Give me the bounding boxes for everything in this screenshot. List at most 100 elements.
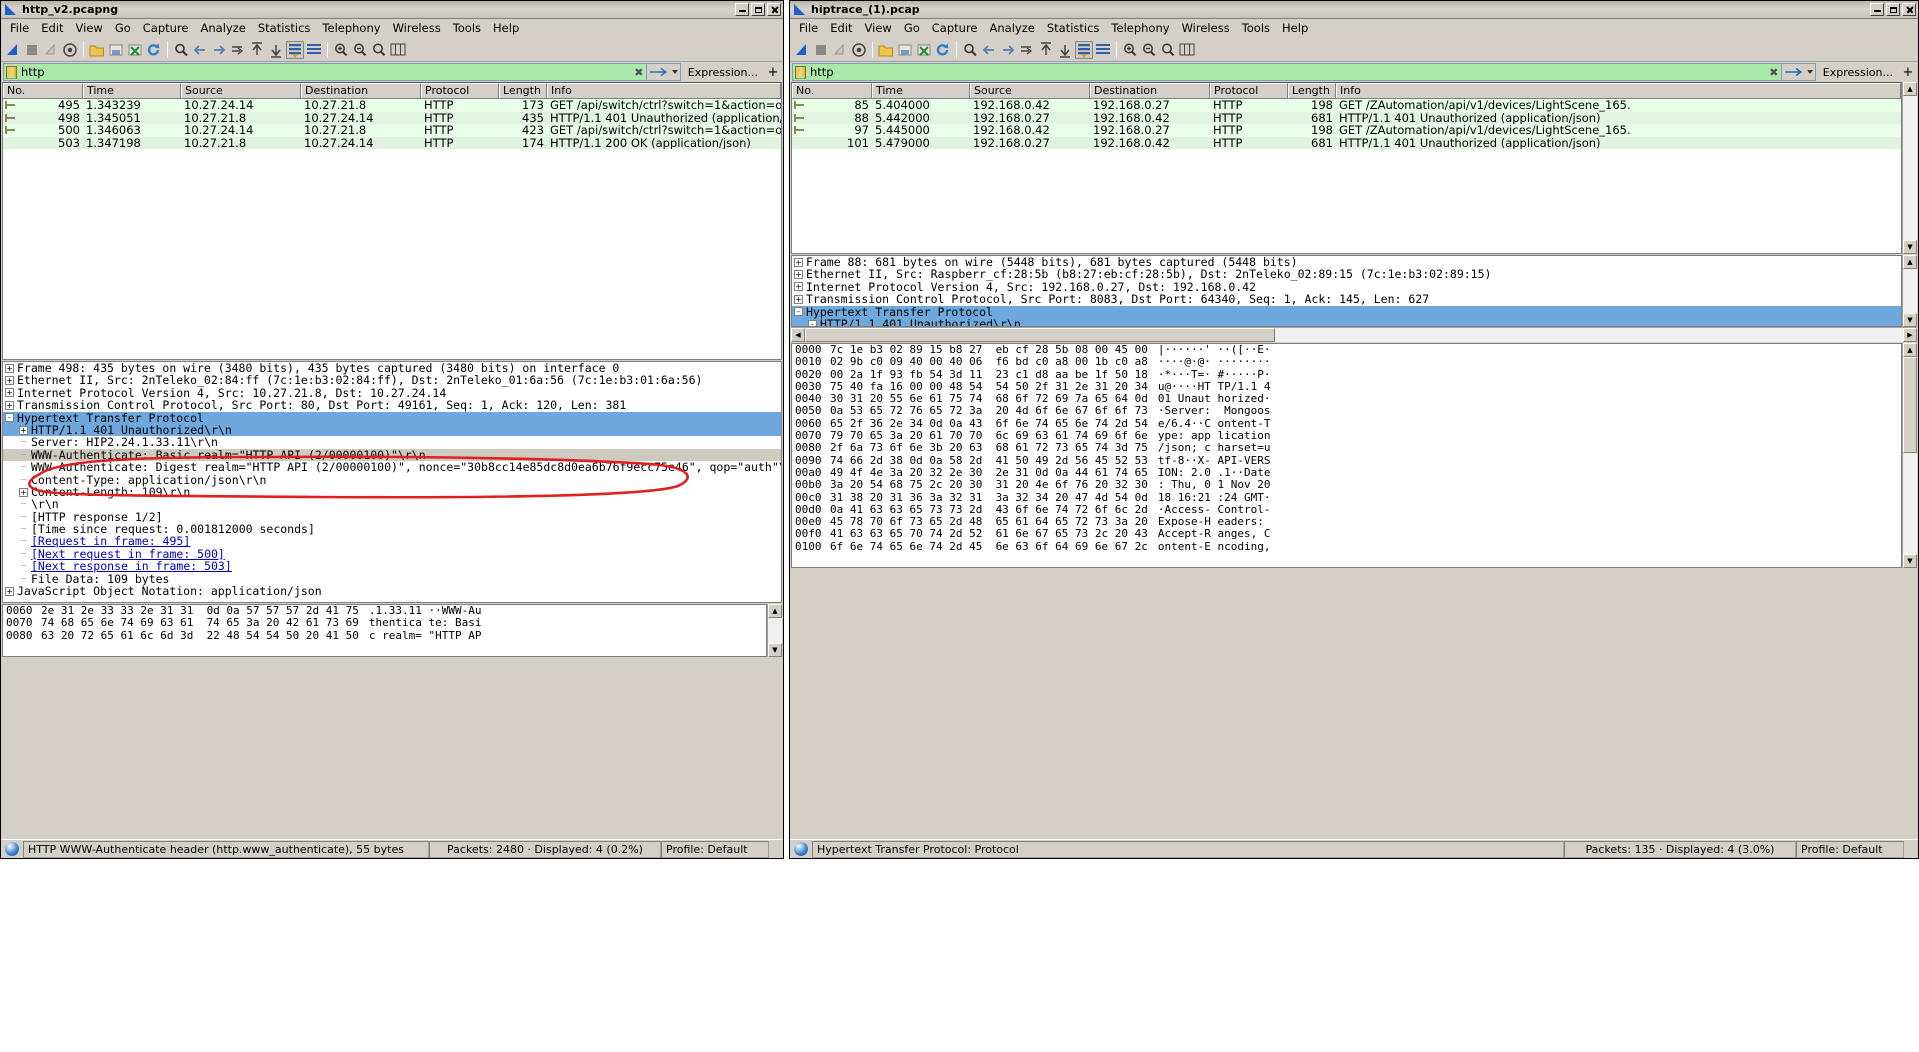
expand-toggle-icon[interactable]: +: [5, 363, 14, 373]
menu-statistics[interactable]: Statistics: [1041, 19, 1106, 37]
expand-toggle-icon[interactable]: +: [794, 270, 803, 280]
wireshark-window-right[interactable]: hiptrace_(1).pcap File Edit View Go Capt…: [789, 0, 1919, 859]
menu-go[interactable]: Go: [898, 19, 926, 37]
menu-telephony[interactable]: Telephony: [1105, 19, 1175, 37]
scroll-track[interactable]: [1903, 453, 1917, 554]
clear-filter-icon[interactable]: ✖: [1767, 66, 1781, 79]
go-back-icon[interactable]: [980, 41, 998, 59]
column-header-no[interactable]: No.: [792, 83, 872, 98]
autoscroll-icon[interactable]: [286, 40, 304, 59]
close-button[interactable]: [1902, 3, 1916, 16]
hex-dump[interactable]: 0060 2e 31 2e 33 33 2e 31 31 0d 0a 57 57 …: [3, 605, 766, 642]
close-button[interactable]: [767, 3, 781, 16]
column-header-length[interactable]: Length: [1288, 83, 1336, 98]
resize-columns-icon[interactable]: [389, 41, 407, 59]
detail-tree-row[interactable]: – WWW-Authenticate: Digest realm="HTTP AP…: [3, 461, 781, 474]
column-header-length[interactable]: Length: [499, 83, 547, 98]
column-header-time[interactable]: Time: [83, 83, 181, 98]
detail-tree-label[interactable]: [Request in frame: 495]: [31, 535, 190, 548]
packet-details-left[interactable]: + Frame 498: 435 bytes on wire (3480 bits…: [2, 361, 782, 603]
open-file-icon[interactable]: [877, 41, 895, 59]
scroll-up-button[interactable]: ▲: [768, 604, 782, 618]
table-row[interactable]: 498 1.345051 10.27.21.8 10.27.24.14 HTTP…: [3, 111, 781, 124]
add-filter-button[interactable]: +: [1900, 63, 1916, 81]
bookmark-icon[interactable]: [795, 65, 806, 79]
scroll-right-button[interactable]: ▶: [1903, 328, 1917, 342]
menu-analyze[interactable]: Analyze: [984, 19, 1041, 37]
add-filter-button[interactable]: +: [765, 63, 781, 81]
filter-bar-left[interactable]: http ✖ Expression... +: [1, 62, 783, 82]
expand-toggle-icon[interactable]: +: [5, 388, 14, 398]
resize-grip[interactable]: [769, 842, 783, 856]
expert-info-icon[interactable]: [794, 842, 808, 856]
packet-detail-tree[interactable]: + Frame 498: 435 bytes on wire (3480 bits…: [3, 362, 781, 597]
go-to-packet-icon[interactable]: [1018, 41, 1036, 59]
menu-file[interactable]: File: [793, 19, 824, 37]
clear-filter-icon[interactable]: ✖: [632, 66, 646, 79]
packet-bytes-right[interactable]: 0000 7c 1e b3 02 89 15 b8 27 eb cf 28 5b …: [791, 343, 1902, 568]
detail-tree-row[interactable]: + Ethernet II, Src: 2nTeleko_02:84:ff (7c…: [3, 374, 781, 387]
detail-tree-row[interactable]: + Ethernet II, Src: Raspberr_cf:28:5b (b8…: [792, 268, 1901, 281]
expert-info-icon[interactable]: [5, 842, 19, 856]
go-last-icon[interactable]: [267, 41, 285, 59]
expand-toggle-icon[interactable]: +: [5, 400, 14, 410]
expand-toggle-icon[interactable]: +: [794, 282, 803, 292]
hex-dump-row[interactable]: 0080 63 20 72 65 61 6c 6d 3d 22 48 54 54 …: [3, 629, 766, 642]
packet-list-right[interactable]: No. Time Source Destination Protocol Len…: [791, 82, 1902, 254]
titlebar-right[interactable]: hiptrace_(1).pcap: [790, 1, 1918, 19]
table-row[interactable]: 503 1.347198 10.27.21.8 10.27.24.14 HTTP…: [3, 136, 781, 149]
detail-tree-row[interactable]: + Transmission Control Protocol, Src Port…: [792, 293, 1901, 306]
go-last-icon[interactable]: [1056, 41, 1074, 59]
filter-expression-button[interactable]: Expression...: [1816, 63, 1900, 81]
minimize-button[interactable]: [1870, 3, 1884, 16]
menu-statistics[interactable]: Statistics: [252, 19, 317, 37]
hex-dump[interactable]: 0000 7c 1e b3 02 89 15 b8 27 eb cf 28 5b …: [792, 344, 1901, 553]
column-header-source[interactable]: Source: [970, 83, 1090, 98]
hex-dump-row[interactable]: 0080 2f 6a 73 6f 6e 3b 20 63 68 61 72 73 …: [792, 442, 1901, 455]
save-icon[interactable]: [896, 41, 914, 59]
packet-details-right[interactable]: + Frame 88: 681 bytes on wire (5448 bits)…: [791, 255, 1902, 327]
maximize-button[interactable]: [1886, 3, 1900, 16]
table-row[interactable]: 97 5.445000 192.168.0.42 192.168.0.27 HT…: [792, 124, 1901, 137]
zoom-reset-icon[interactable]: [370, 41, 388, 59]
scroll-track[interactable]: [1903, 96, 1917, 240]
column-header-destination[interactable]: Destination: [1090, 83, 1210, 98]
toolbar-right[interactable]: [790, 38, 1918, 62]
packet-list-header[interactable]: No. Time Source Destination Protocol Len…: [3, 83, 781, 99]
column-header-no[interactable]: No.: [3, 83, 83, 98]
expand-toggle-icon[interactable]: +: [794, 294, 803, 304]
hex-dump-row[interactable]: 00b0 3a 20 54 68 75 2c 20 30 31 20 4e 6f …: [792, 478, 1901, 491]
menu-file[interactable]: File: [4, 19, 35, 37]
column-header-protocol[interactable]: Protocol: [421, 83, 499, 98]
table-row[interactable]: 500 1.346063 10.27.24.14 10.27.21.8 HTTP…: [3, 124, 781, 137]
status-profile[interactable]: Profile: Default: [661, 840, 769, 858]
menu-wireless[interactable]: Wireless: [387, 19, 447, 37]
menu-wireless[interactable]: Wireless: [1176, 19, 1236, 37]
expand-toggle-icon[interactable]: +: [5, 586, 14, 596]
reload-icon[interactable]: [145, 41, 163, 59]
capture-options-icon[interactable]: [850, 41, 868, 59]
menu-telephony[interactable]: Telephony: [316, 19, 386, 37]
zoom-out-icon[interactable]: [1140, 41, 1158, 59]
filter-bar-right[interactable]: http ✖ Expression... +: [790, 62, 1918, 82]
table-row[interactable]: 495 1.343239 10.27.24.14 10.27.21.8 HTTP…: [3, 99, 781, 112]
scroll-up-button[interactable]: ▲: [1903, 343, 1917, 357]
scroll-left-button[interactable]: ◀: [791, 328, 805, 342]
status-profile[interactable]: Profile: Default: [1796, 840, 1904, 858]
save-icon[interactable]: [107, 41, 125, 59]
packet-details-hscroll-right[interactable]: ◀ ▶: [791, 327, 1917, 342]
menu-go[interactable]: Go: [109, 19, 137, 37]
apply-filter-button[interactable]: [1781, 63, 1816, 81]
column-header-destination[interactable]: Destination: [301, 83, 421, 98]
detail-tree-row[interactable]: – [Request in frame: 495]: [3, 535, 781, 548]
detail-tree-row[interactable]: – \r\n: [3, 498, 781, 511]
packet-detail-tree[interactable]: + Frame 88: 681 bytes on wire (5448 bits)…: [792, 256, 1901, 326]
scroll-track[interactable]: [1903, 269, 1917, 313]
scroll-down-button[interactable]: ▼: [1903, 240, 1917, 254]
restart-icon[interactable]: [42, 41, 60, 59]
detail-tree-row[interactable]: + Transmission Control Protocol, Src Port…: [3, 399, 781, 412]
expand-toggle-icon[interactable]: +: [19, 425, 28, 435]
scroll-thumb[interactable]: [805, 328, 1275, 342]
display-filter-input[interactable]: http ✖: [3, 63, 647, 81]
menu-edit[interactable]: Edit: [35, 19, 69, 37]
